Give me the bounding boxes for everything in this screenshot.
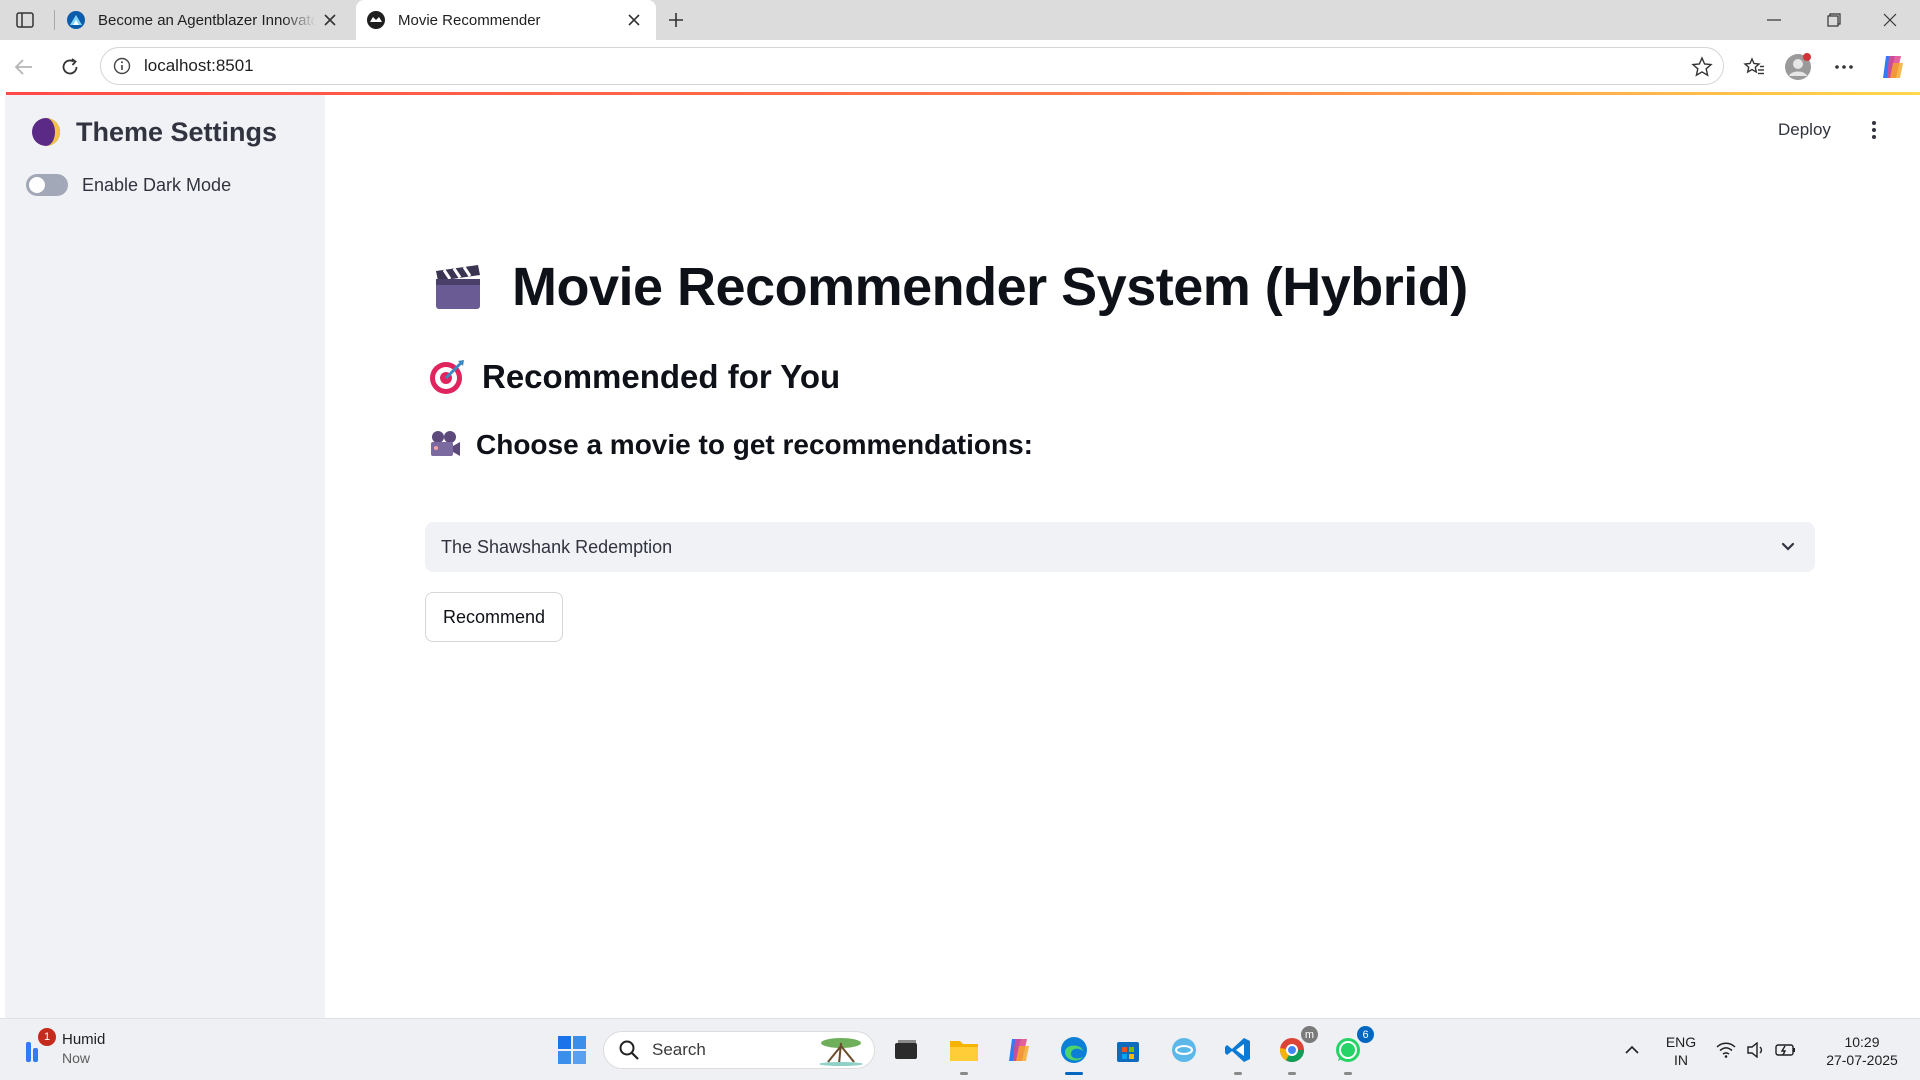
tab-actions-icon[interactable] bbox=[10, 8, 40, 32]
movie-select[interactable]: The Shawshank Redemption bbox=[425, 522, 1815, 572]
select-heading-text: Choose a movie to get recommendations: bbox=[476, 429, 1033, 460]
close-tab-icon[interactable] bbox=[316, 6, 344, 34]
language-indicator[interactable]: ENG IN bbox=[1664, 1033, 1698, 1069]
weather-subtitle: Now bbox=[62, 1050, 91, 1066]
show-hidden-icons-icon[interactable] bbox=[1614, 1032, 1650, 1068]
chrome-icon[interactable]: m bbox=[1274, 1026, 1318, 1075]
weather-widget[interactable]: 1 Humid Now bbox=[22, 1027, 106, 1066]
dark-mode-label: Enable Dark Mode bbox=[82, 174, 232, 195]
subheader: Recommended for You bbox=[428, 358, 840, 396]
running-indicator bbox=[1065, 1072, 1083, 1075]
url-text: localhost:8501 bbox=[144, 56, 254, 75]
back-icon[interactable] bbox=[8, 51, 40, 83]
weather-icon: 1 bbox=[22, 1027, 56, 1066]
tab-title: Movie Recommender bbox=[398, 11, 541, 29]
target-icon bbox=[430, 360, 464, 394]
streamlit-favicon-icon bbox=[367, 11, 385, 29]
new-tab-icon[interactable] bbox=[662, 6, 690, 34]
task-view-icon[interactable] bbox=[888, 1032, 924, 1068]
page-title-text: Movie Recommender System (Hybrid) bbox=[512, 257, 1468, 317]
profile-avatar-icon[interactable] bbox=[1782, 51, 1814, 83]
running-indicator bbox=[1288, 1072, 1296, 1075]
more-options-icon[interactable] bbox=[1828, 51, 1860, 83]
browser-tab-bar: Become an Agentblazer Innovator Movie Re… bbox=[0, 0, 1920, 40]
tab-separator bbox=[54, 10, 55, 30]
microsoft-store-icon[interactable] bbox=[1110, 1032, 1146, 1068]
favorites-icon[interactable] bbox=[1738, 51, 1770, 83]
toggle-knob bbox=[29, 177, 45, 193]
restore-icon[interactable] bbox=[1806, 0, 1862, 40]
vscode-icon[interactable] bbox=[1220, 1032, 1256, 1075]
tab-title: Become an Agentblazer Innovator bbox=[98, 11, 316, 29]
running-indicator bbox=[1234, 1072, 1242, 1075]
recommend-button[interactable]: Recommend bbox=[425, 592, 563, 642]
refresh-icon[interactable] bbox=[54, 51, 86, 83]
sidebar-title-text: Theme Settings bbox=[76, 116, 278, 147]
sidebar-title: Theme Settings bbox=[30, 116, 277, 148]
language-line1: ENG bbox=[1665, 1034, 1697, 1050]
movie-camera-icon bbox=[431, 431, 460, 456]
close-tab-icon[interactable] bbox=[620, 6, 648, 34]
file-explorer-icon[interactable] bbox=[946, 1032, 982, 1075]
running-indicator bbox=[960, 1072, 968, 1075]
moon-icon bbox=[32, 118, 60, 146]
language-line2: IN bbox=[1674, 1052, 1688, 1068]
main-menu-icon[interactable] bbox=[1866, 116, 1882, 144]
chevron-down-icon bbox=[1781, 542, 1795, 551]
sidebar bbox=[5, 95, 325, 1018]
subheader-text: Recommended for You bbox=[482, 358, 841, 395]
address-bar[interactable]: localhost:8501 bbox=[100, 47, 1724, 85]
copilot-app-icon[interactable] bbox=[1000, 1032, 1036, 1068]
search-placeholder: Search bbox=[652, 1040, 706, 1059]
running-indicator bbox=[1344, 1072, 1352, 1075]
windows-start-icon[interactable] bbox=[554, 1032, 590, 1068]
page-title: Movie Recommender System (Hybrid) bbox=[430, 256, 1468, 318]
trailhead-favicon-icon bbox=[67, 11, 85, 29]
whatsapp-badge: 6 bbox=[1357, 1026, 1374, 1043]
clock-time: 10:29 bbox=[1844, 1034, 1880, 1050]
battery-icon[interactable] bbox=[1768, 1032, 1804, 1068]
tab-movie-recommender[interactable]: Movie Recommender bbox=[356, 0, 656, 40]
weather-title: Humid bbox=[62, 1031, 106, 1048]
select-heading: Choose a movie to get recommendations: bbox=[428, 428, 1033, 462]
search-highlight-tree-icon bbox=[819, 1038, 863, 1066]
dark-mode-toggle-row[interactable]: Enable Dark Mode bbox=[26, 174, 231, 196]
chrome-profile-badge: m bbox=[1301, 1026, 1318, 1043]
whatsapp-icon[interactable]: 6 bbox=[1330, 1026, 1374, 1075]
network-app-icon[interactable] bbox=[1166, 1032, 1202, 1068]
clock-date: 27-07-2025 bbox=[1826, 1052, 1898, 1068]
search-icon bbox=[619, 1040, 639, 1060]
clock[interactable]: 10:29 27-07-2025 bbox=[1812, 1033, 1912, 1069]
site-info-icon[interactable] bbox=[112, 56, 132, 76]
minimize-icon[interactable] bbox=[1746, 0, 1802, 40]
copilot-icon[interactable] bbox=[1876, 51, 1908, 83]
movie-select-value: The Shawshank Redemption bbox=[441, 536, 673, 557]
browser-toolbar: localhost:8501 bbox=[0, 40, 1920, 94]
clapper-board-icon bbox=[436, 265, 480, 309]
taskbar-search[interactable]: Search bbox=[603, 1031, 875, 1069]
taskbar: 1 Humid Now Search m 6 ENG IN 10:29 27-0… bbox=[0, 1018, 1920, 1080]
close-window-icon[interactable] bbox=[1862, 0, 1918, 40]
weather-badge: 1 bbox=[38, 1027, 56, 1046]
tab-agentblazer[interactable]: Become an Agentblazer Innovator bbox=[56, 0, 352, 40]
deploy-button[interactable]: Deploy bbox=[1778, 120, 1831, 140]
edge-browser-icon[interactable] bbox=[1056, 1032, 1092, 1075]
favorite-star-icon[interactable] bbox=[1691, 56, 1713, 78]
dark-mode-toggle[interactable] bbox=[26, 174, 68, 196]
